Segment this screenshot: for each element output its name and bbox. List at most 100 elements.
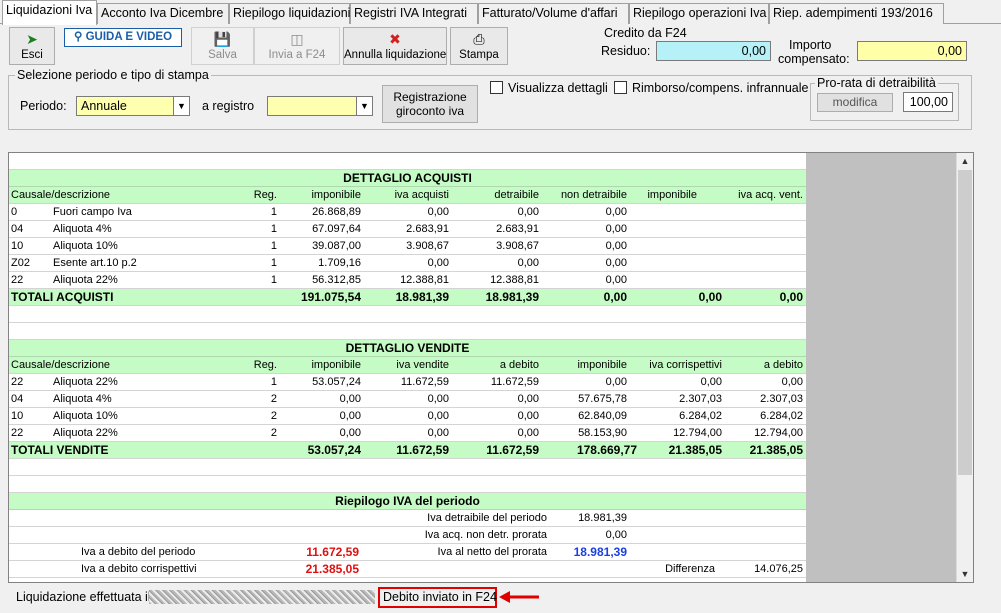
table-row[interactable]: 22 Aliquota 22% 1 53.057,24 11.672,59 11.672,… — [9, 374, 806, 391]
table-cell: 0,00 — [605, 376, 627, 388]
table-cell: Aliquota 4% — [53, 223, 112, 235]
table-cell: 1 — [270, 257, 277, 269]
save-icon: 💾 — [213, 31, 232, 47]
table-cell: 11.672,59 — [400, 376, 449, 388]
compensato-label: compensato: — [778, 52, 850, 66]
tab-acconto-iva[interactable]: Acconto Iva Dicembre — [97, 3, 229, 24]
vertical-scrollbar[interactable]: ▲ ▼ — [956, 153, 973, 582]
arrow-left-icon — [499, 591, 539, 603]
table-cell: 2 — [270, 427, 277, 439]
table-row[interactable]: 22 Aliquota 22% 2 0,00 0,00 0,00 58.153,90 12.7… — [9, 425, 806, 442]
table-row[interactable]: 04 Aliquota 4% 1 67.097,64 2.683,91 2.683,91 0… — [9, 221, 806, 238]
debito-status-badge: Debito inviato in F24 — [378, 587, 497, 608]
table-cell: 0,00 — [605, 206, 627, 218]
table-cell: 11.672,59 — [490, 376, 539, 388]
table-cell: 57.675,78 — [578, 393, 627, 405]
registro-label: a registro — [202, 99, 255, 113]
registrazione-giroconto-button[interactable]: Registrazione giroconto iva — [382, 85, 478, 123]
prorata-value-field[interactable]: 100,00 — [903, 92, 953, 112]
table-cell: 1.709,16 — [318, 257, 361, 269]
table-cell: 0,00 — [427, 393, 449, 405]
table-cell: 0,00 — [517, 257, 539, 269]
table-cell: 2.307,03 — [760, 393, 803, 405]
esci-button[interactable]: ➤ Esci — [9, 27, 55, 65]
table-row[interactable]: 10 Aliquota 10% 1 39.087,00 3.908,67 3.908,67… — [9, 238, 806, 255]
table-cell: 58.153,90 — [578, 427, 627, 439]
table-row[interactable]: 10 Aliquota 10% 2 0,00 0,00 0,00 62.840,09 6.28… — [9, 408, 806, 425]
table-cell: 6.284,02 — [760, 410, 803, 422]
table-cell: 67.097,64 — [312, 223, 361, 235]
table-row[interactable]: 22 Aliquota 22% 1 56.312,85 12.388,81 12.388,… — [9, 272, 806, 289]
spacer-row — [9, 459, 806, 476]
table-cell: 0,00 — [427, 206, 449, 218]
table-row[interactable]: 0 Fuori campo Iva 1 26.868,89 0,00 0,00 0,00 — [9, 204, 806, 221]
grid-empty-area — [806, 153, 956, 582]
guida-video-button[interactable]: ⚲ GUIDA E VIDEO — [64, 28, 182, 47]
importo-label: Importo — [789, 38, 832, 52]
status-prefix: Liquidazione effettuata il — [16, 590, 151, 604]
registro-select[interactable]: ▼ — [267, 96, 373, 116]
liquidazione-grid: ▲ ▼ DETTAGLIO ACQUISTI Causale/descrizio… — [8, 152, 974, 583]
table-cell: 1 — [270, 206, 277, 218]
riepilogo-title: Riepilogo IVA del periodo — [9, 493, 806, 510]
scroll-down-icon[interactable]: ▼ — [957, 566, 973, 582]
prorata-title: Pro-rata di detraibilità — [815, 76, 938, 90]
table-cell: 0,00 — [339, 393, 361, 405]
table-cell: Aliquota 22% — [53, 274, 118, 286]
redacted-date — [149, 590, 375, 604]
scroll-thumb[interactable] — [958, 170, 972, 475]
search-icon: ⚲ — [73, 31, 83, 43]
scroll-up-icon[interactable]: ▲ — [957, 153, 973, 169]
table-cell: 39.087,00 — [312, 240, 361, 252]
vendite-rows: 22 Aliquota 22% 1 53.057,24 11.672,59 11.672,… — [9, 374, 806, 442]
table-cell: 0 — [11, 206, 18, 218]
importo-compensato-field[interactable]: 0,00 — [857, 41, 967, 61]
spacer-row — [9, 476, 806, 493]
riepilogo-row: Iva acq. non detr. prorata 0,00 — [9, 527, 806, 544]
table-cell: 3.908,67 — [406, 240, 449, 252]
visualizza-dettagli-checkbox[interactable]: Visualizza dettagli — [490, 81, 608, 95]
tab-riepilogo-operazioni[interactable]: Riepilogo operazioni Iva — [629, 3, 769, 24]
table-cell: 0,00 — [517, 410, 539, 422]
acquisti-rows: 0 Fuori campo Iva 1 26.868,89 0,00 0,00 0,00 04… — [9, 204, 806, 289]
tab-riepilogo-liquidazioni[interactable]: Riepilogo liquidazioni — [229, 3, 350, 24]
tab-liquidazioni-iva[interactable]: Liquidazioni Iva — [2, 0, 97, 25]
rimborso-checkbox[interactable]: Rimborso/compens. infrannuale — [614, 81, 808, 95]
grid-content: DETTAGLIO ACQUISTI Causale/descrizione R… — [9, 153, 806, 578]
tab-fatturato[interactable]: Fatturato/Volume d'affari — [478, 3, 629, 24]
table-cell: 1 — [270, 274, 277, 286]
spacer-row — [9, 323, 806, 340]
annulla-liquidazione-button[interactable]: ✖ Annulla liquidazione — [343, 27, 447, 65]
table-cell: 0,00 — [517, 393, 539, 405]
table-cell: Aliquota 10% — [53, 240, 118, 252]
tab-registri-iva[interactable]: Registri IVA Integrati — [350, 3, 478, 24]
table-cell: 1 — [270, 376, 277, 388]
table-cell: 12.388,81 — [490, 274, 539, 286]
table-cell: 04 — [11, 223, 24, 235]
salva-button[interactable]: 💾 Salva — [191, 27, 254, 65]
table-cell: 0,00 — [605, 223, 627, 235]
invia-f24-button[interactable]: ◫ Invia a F24 — [254, 27, 340, 65]
table-cell: Aliquota 22% — [53, 376, 118, 388]
toolbar-panel: ➤ Esci ⚲ GUIDA E VIDEO 💾 Salva ◫ Invia a… — [0, 24, 1001, 135]
chevron-down-icon: ▼ — [356, 97, 372, 115]
tab-riep-adempimenti[interactable]: Riep. adempimenti 193/2016 — [769, 3, 944, 24]
residuo-label: Residuo: — [601, 44, 651, 58]
table-cell: 26.868,89 — [312, 206, 361, 218]
table-cell: 0,00 — [427, 427, 449, 439]
residuo-field[interactable]: 0,00 — [656, 41, 771, 61]
table-row[interactable]: 04 Aliquota 4% 2 0,00 0,00 0,00 57.675,78 2.307… — [9, 391, 806, 408]
acquisti-total-row: TOTALI ACQUISTI 191.075,54 18.981,39 18.… — [9, 289, 806, 306]
table-cell: 12.388,81 — [400, 274, 449, 286]
riepilogo-row: Iva a debito corrispettivi 21.385,05 Dif… — [9, 561, 806, 578]
table-cell: 0,00 — [781, 376, 803, 388]
table-cell: 0,00 — [427, 257, 449, 269]
modifica-button[interactable]: modifica — [817, 93, 893, 112]
table-cell: Fuori campo Iva — [53, 206, 132, 218]
table-cell: 0,00 — [605, 274, 627, 286]
stampa-button[interactable]: ⎙ Stampa — [450, 27, 508, 65]
table-cell: 10 — [11, 240, 24, 252]
periodo-select[interactable]: Annuale ▼ — [76, 96, 190, 116]
chevron-down-icon: ▼ — [173, 97, 189, 115]
table-row[interactable]: Z02 Esente art.10 p.2 1 1.709,16 0,00 0,00 0,0… — [9, 255, 806, 272]
